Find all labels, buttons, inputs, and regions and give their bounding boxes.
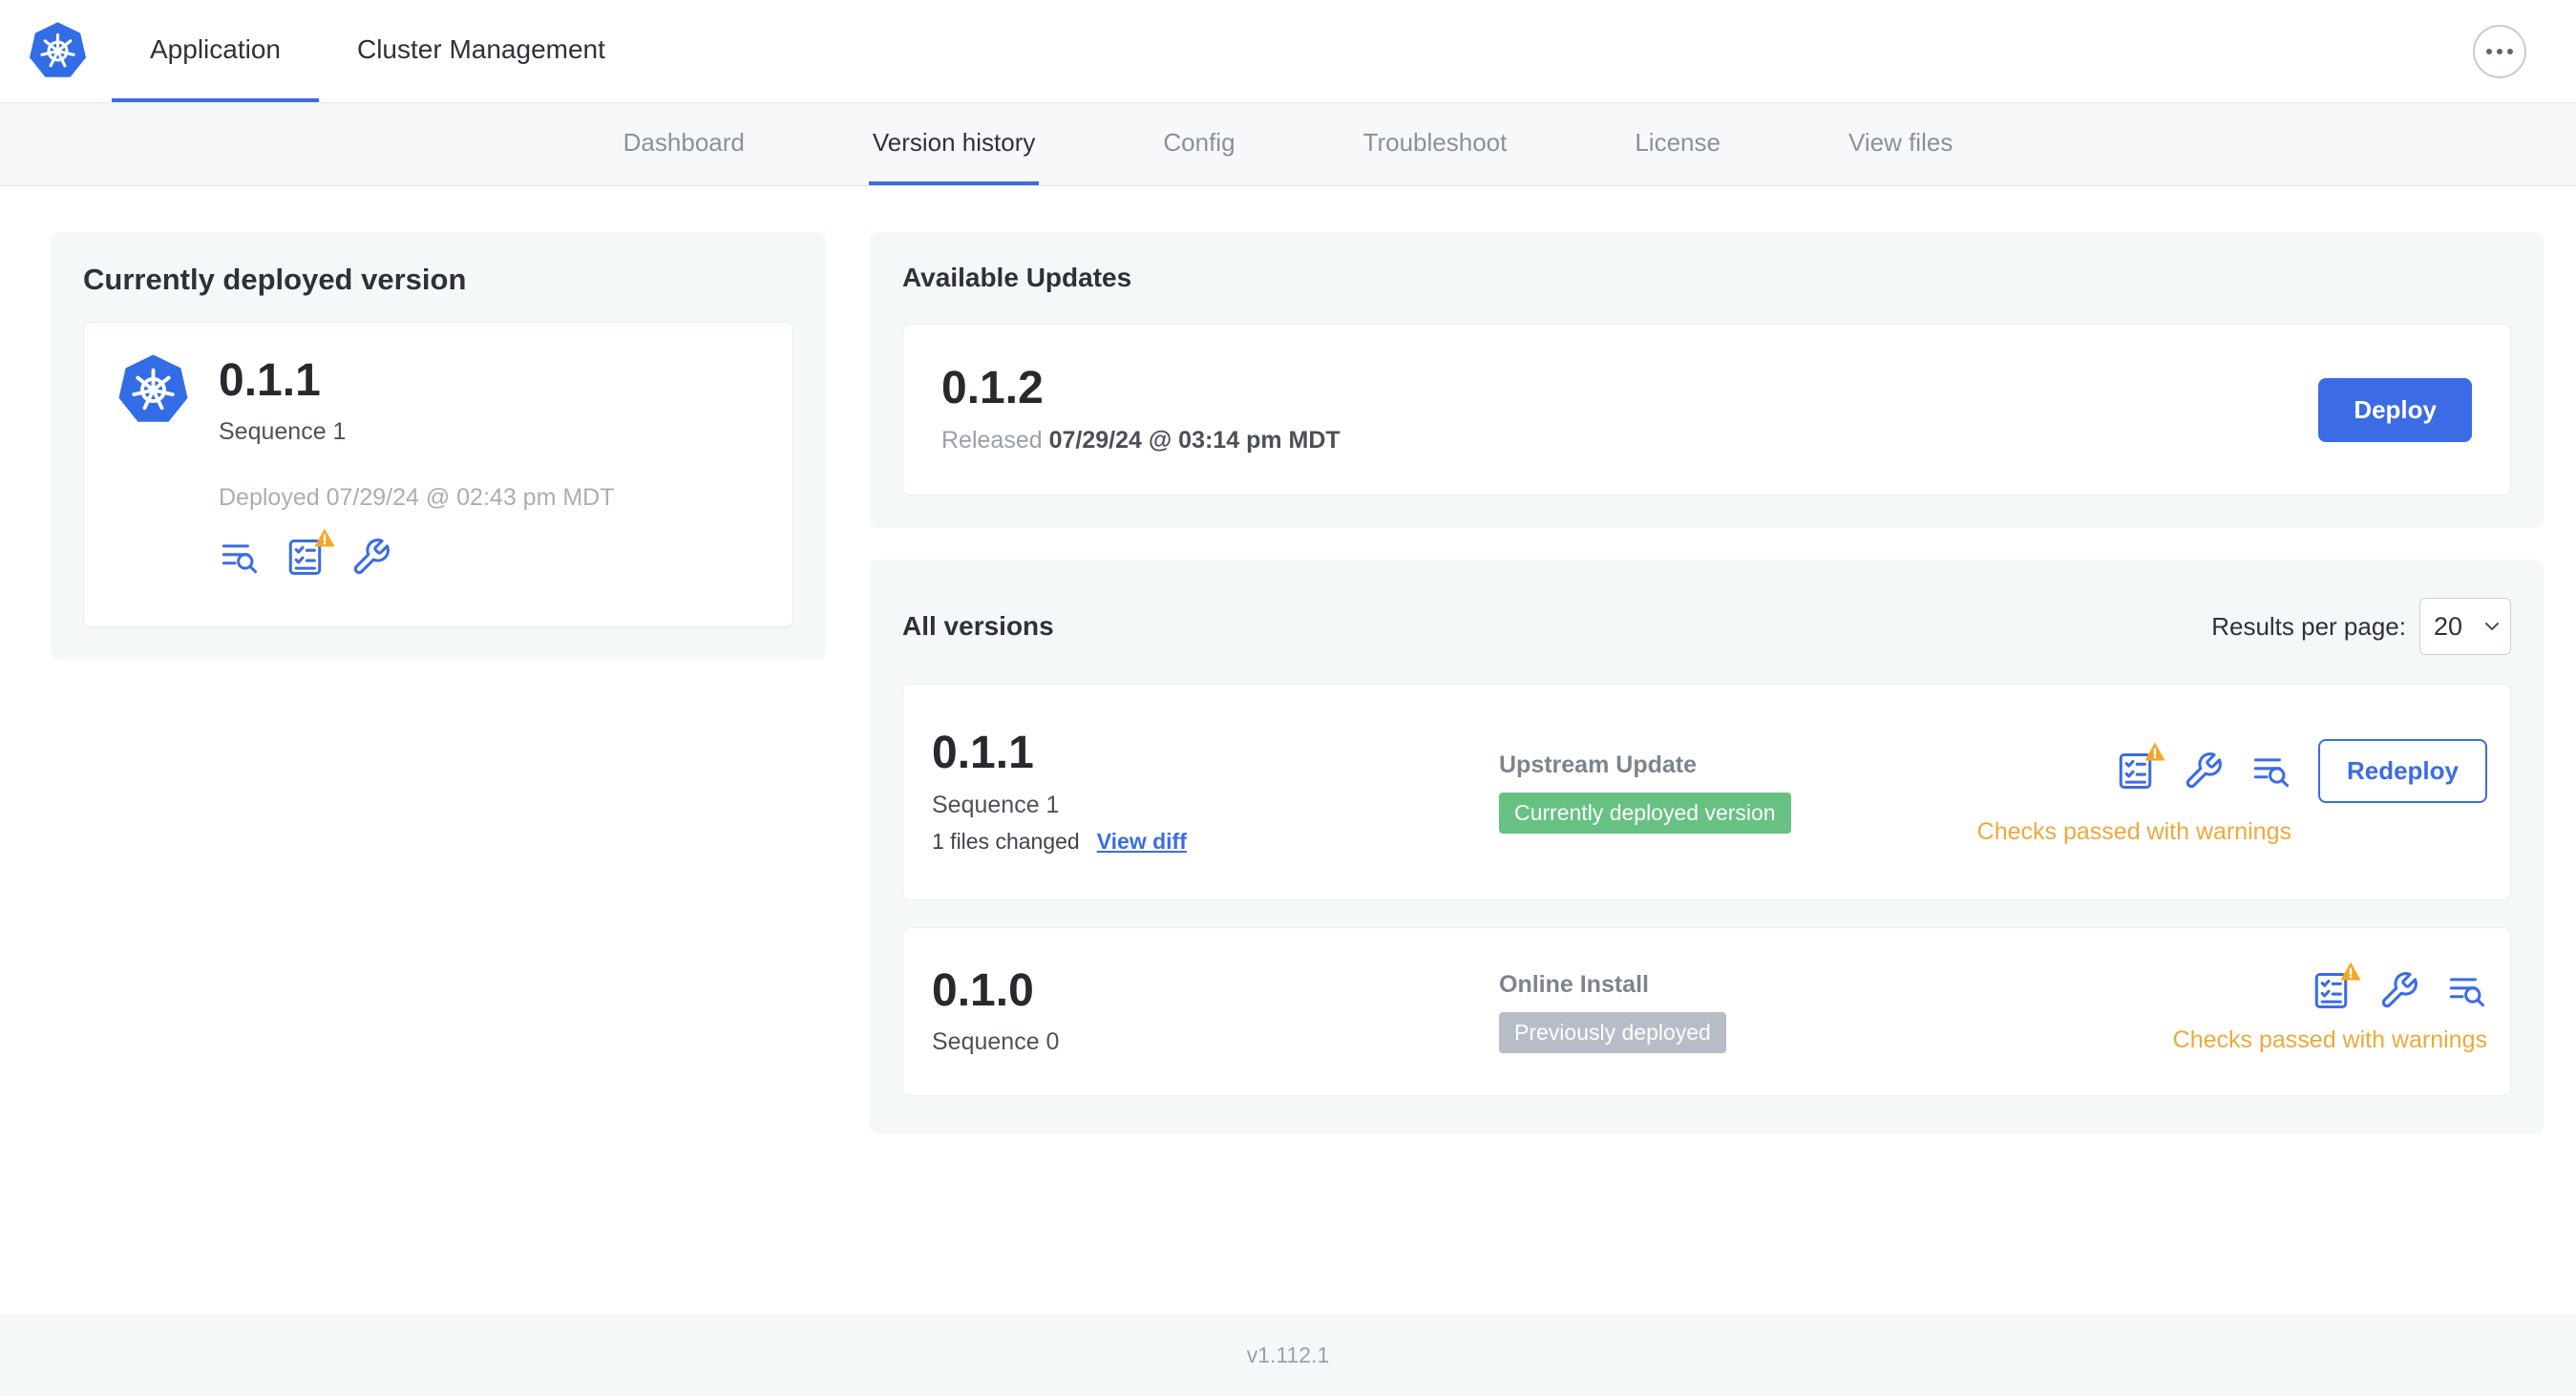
tab-cluster-management[interactable]: Cluster Management <box>319 0 644 102</box>
version-row: 0.1.0 Sequence 0 Online Install Previous… <box>902 927 2511 1096</box>
all-versions-panel: All versions Results per page: 20 0.1.1 … <box>870 560 2544 1134</box>
warning-triangle-icon <box>2144 742 2165 760</box>
status-badge: Currently deployed version <box>1499 792 1791 834</box>
row-version-number: 0.1.0 <box>932 964 1034 1016</box>
warning-triangle-icon <box>314 528 335 547</box>
all-versions-title: All versions <box>902 611 1054 641</box>
available-update-card: 0.1.2 Released 07/29/24 @ 03:14 pm MDT D… <box>902 324 2511 496</box>
tab-application[interactable]: Application <box>112 0 319 102</box>
config-icon[interactable] <box>2378 970 2419 1011</box>
available-updates-panel: Available Updates 0.1.2 Released 07/29/2… <box>870 232 2544 528</box>
subnav-license[interactable]: License <box>1631 103 1724 185</box>
update-released-date: 07/29/24 @ 03:14 pm MDT <box>1048 426 1341 454</box>
main-content: Currently deployed version 0.1.1 Sequenc… <box>0 186 2576 1314</box>
subnav-troubleshoot[interactable]: Troubleshoot <box>1360 103 1511 185</box>
top-tabs: Application Cluster Management <box>112 0 644 102</box>
tab-cluster-management-label: Cluster Management <box>356 33 605 64</box>
subnav-config[interactable]: Config <box>1159 103 1238 185</box>
deploy-button[interactable]: Deploy <box>2318 377 2472 442</box>
subnav-dashboard[interactable]: Dashboard <box>620 103 749 185</box>
brand <box>28 0 88 102</box>
view-diff-link[interactable]: View diff <box>1097 829 1187 855</box>
preflight-checks-warning-icon[interactable] <box>2115 742 2165 792</box>
deploy-logs-icon[interactable] <box>219 537 260 578</box>
version-source: Online Install <box>1499 970 1649 998</box>
console-version: v1.112.1 <box>1246 1342 1330 1367</box>
deployed-action-icons <box>219 528 615 578</box>
kubernetes-logo-icon <box>30 22 86 77</box>
warning-triangle-icon <box>2340 962 2361 980</box>
app-subnav: Dashboard Version history Config Trouble… <box>0 103 2576 186</box>
subnav-view-files[interactable]: View files <box>1845 103 1956 185</box>
row-version-number: 0.1.1 <box>932 728 1034 779</box>
deploy-logs-icon[interactable] <box>2446 970 2487 1011</box>
checks-status: Checks passed with warnings <box>1976 817 2291 845</box>
update-version-number: 0.1.2 <box>941 363 1044 414</box>
row-sequence: Sequence 0 <box>932 1028 1060 1056</box>
more-options-button[interactable] <box>2473 24 2526 78</box>
files-changed: 1 files changed <box>932 828 1080 854</box>
currently-deployed-panel: Currently deployed version 0.1.1 Sequenc… <box>51 232 826 660</box>
version-source: Upstream Update <box>1499 751 1697 778</box>
top-navbar: Application Cluster Management <box>0 0 2576 103</box>
config-icon[interactable] <box>350 537 391 578</box>
deploy-logs-icon[interactable] <box>2250 751 2291 792</box>
preflight-checks-warning-icon[interactable] <box>2311 962 2361 1011</box>
kubernetes-logo-icon <box>118 354 188 422</box>
row-sequence: Sequence 1 <box>932 791 1060 818</box>
currently-deployed-title: Currently deployed version <box>83 263 467 296</box>
results-per-page-label: Results per page: <box>2211 611 2406 641</box>
status-badge: Previously deployed <box>1499 1011 1726 1053</box>
ellipsis-icon <box>2486 48 2492 54</box>
config-icon[interactable] <box>2183 751 2224 792</box>
checks-status: Checks passed with warnings <box>2172 1026 2487 1053</box>
footer: v1.112.1 <box>0 1314 2576 1396</box>
available-updates-title: Available Updates <box>902 263 1132 292</box>
results-per-page-select[interactable]: 20 <box>2419 598 2511 655</box>
deployed-version-number: 0.1.1 <box>219 355 321 406</box>
deployed-sequence: Sequence 1 <box>219 418 347 446</box>
subnav-version-history[interactable]: Version history <box>868 103 1040 185</box>
preflight-checks-warning-icon[interactable] <box>285 528 335 578</box>
version-list: 0.1.1 Sequence 1 1 files changed View di… <box>902 684 2511 1096</box>
update-released-line: Released 07/29/24 @ 03:14 pm MDT <box>941 426 1341 454</box>
tab-application-label: Application <box>150 33 281 64</box>
deployed-timestamp: Deployed 07/29/24 @ 02:43 pm MDT <box>219 484 615 512</box>
redeploy-button[interactable]: Redeploy <box>2317 738 2487 803</box>
version-row: 0.1.1 Sequence 1 1 files changed View di… <box>902 684 2511 900</box>
currently-deployed-card: 0.1.1 Sequence 1 Deployed 07/29/24 @ 02:… <box>83 322 793 627</box>
